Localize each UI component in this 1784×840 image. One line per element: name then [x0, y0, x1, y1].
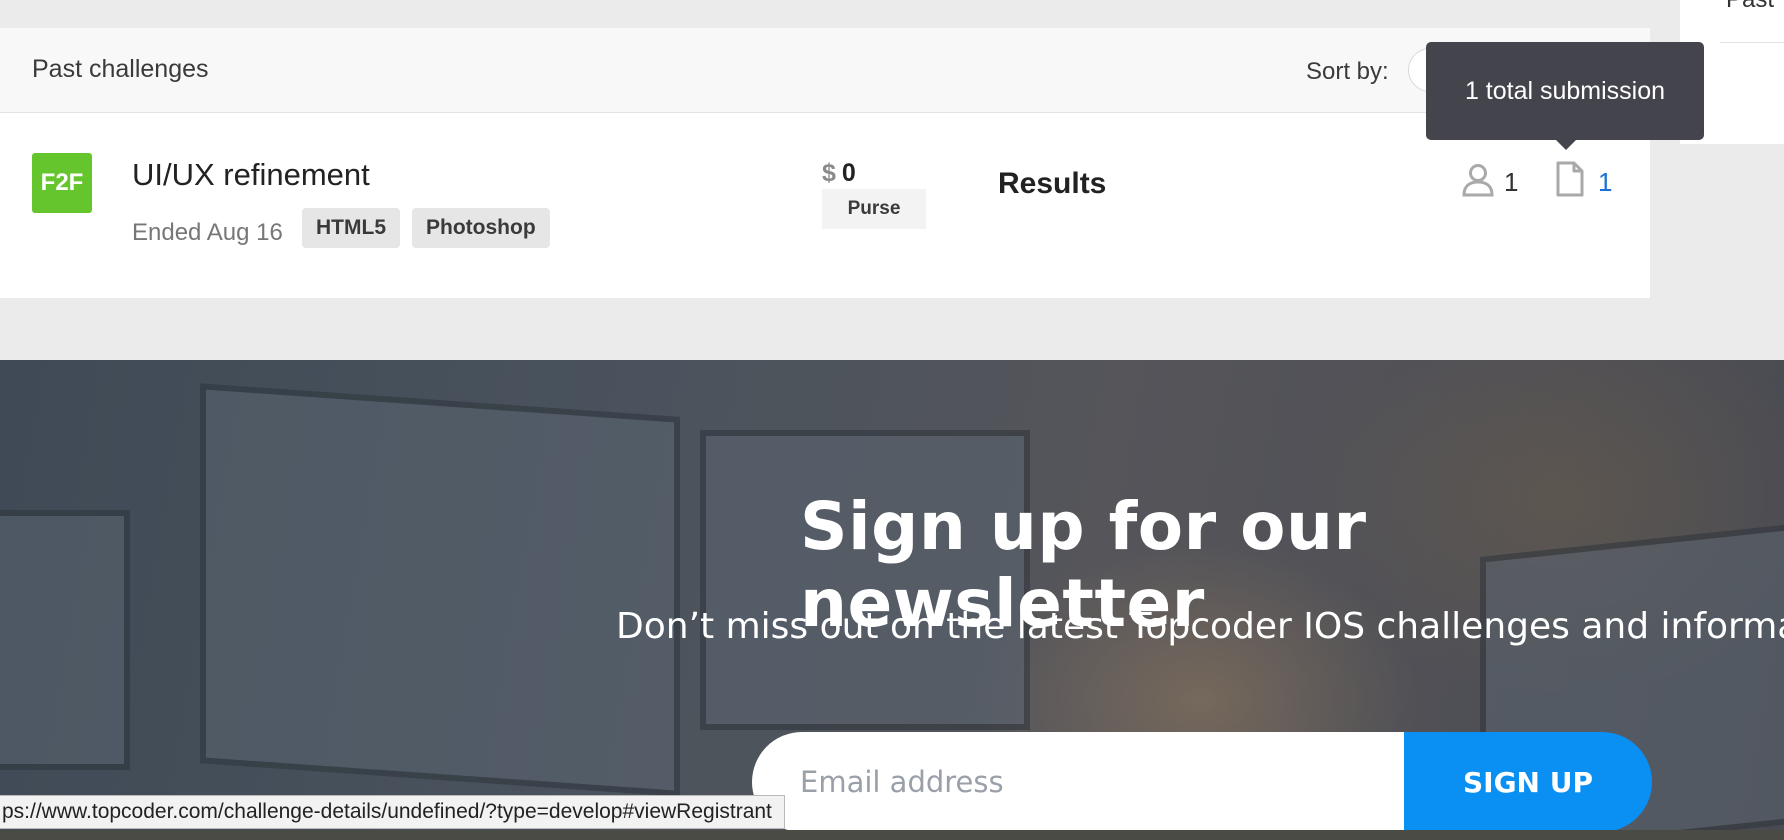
- challenge-row[interactable]: F2F UI/UX refinement Ended Aug 16 HTML5 …: [0, 113, 1650, 297]
- window-bottom-edge: [0, 830, 1784, 840]
- dollar-icon: $: [822, 159, 836, 187]
- purse-value: 0: [841, 159, 856, 187]
- submissions-icon[interactable]: [1556, 161, 1584, 197]
- track-badge: F2F: [32, 153, 92, 213]
- submissions-tooltip: 1 total submission: [1426, 42, 1704, 150]
- tag-photoshop[interactable]: Photoshop: [412, 208, 550, 248]
- purse-amount: $0: [822, 159, 856, 188]
- sign-up-button[interactable]: SIGN UP: [1404, 732, 1652, 832]
- background-image: [0, 510, 130, 770]
- newsletter-subtitle: Don’t miss out on the latest Topcoder IO…: [616, 606, 1784, 647]
- tag-html5[interactable]: HTML5: [302, 208, 400, 248]
- registrants-icon[interactable]: [1462, 163, 1494, 197]
- panel-title: Past challenges: [32, 55, 209, 83]
- challenge-end-date: Ended Aug 16: [132, 219, 283, 246]
- purse-label: Purse: [822, 189, 926, 229]
- challenge-title-link[interactable]: UI/UX refinement: [132, 157, 370, 193]
- panel-header: Past challenges Sort by:: [0, 28, 1650, 113]
- email-field[interactable]: [752, 732, 1412, 832]
- submissions-count-link[interactable]: 1: [1598, 167, 1612, 198]
- status-bar-url: ps://www.topcoder.com/challenge-details/…: [0, 795, 785, 829]
- sort-label: Sort by:: [1306, 58, 1389, 85]
- results-link[interactable]: Results: [998, 167, 1106, 201]
- side-panel-title: Past: [1726, 0, 1774, 14]
- newsletter-section: Sign up for our newsletter Don’t miss ou…: [0, 360, 1784, 840]
- registrants-count[interactable]: 1: [1504, 167, 1518, 198]
- divider: [1720, 42, 1784, 43]
- past-challenges-panel: Past challenges Sort by: F2F UI/UX refin…: [0, 28, 1650, 298]
- background-image: [200, 383, 680, 797]
